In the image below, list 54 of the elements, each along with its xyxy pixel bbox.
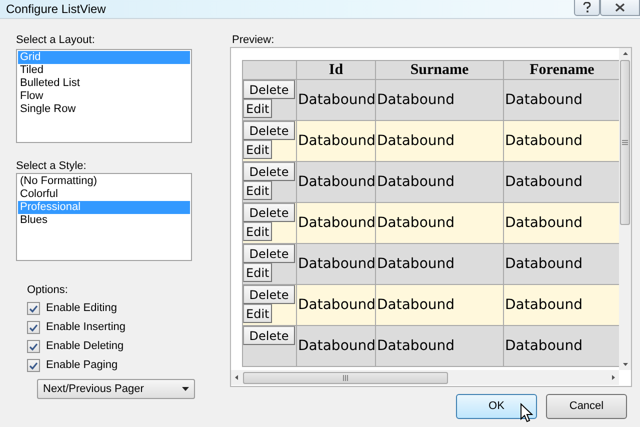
list-item[interactable]: Bulleted List <box>18 77 190 90</box>
table-cell: Databound <box>376 326 504 366</box>
dropdown-arrow-icon <box>182 387 189 391</box>
row-button[interactable]: Delete <box>243 203 295 222</box>
window-title: Configure ListView <box>6 1 106 18</box>
checkbox[interactable] <box>27 321 40 334</box>
checkbox[interactable] <box>27 302 40 315</box>
dialog-button[interactable]: Cancel <box>546 394 627 419</box>
row-button[interactable]: Delete <box>243 80 295 99</box>
row-button[interactable]: Delete <box>243 285 295 304</box>
row-button[interactable]: Edit <box>243 181 272 200</box>
help-icon <box>583 2 591 12</box>
grip-icon <box>622 140 628 145</box>
horizontal-scrollbar[interactable] <box>231 370 619 385</box>
scrollbar-thumb[interactable] <box>243 372 448 384</box>
checkbox[interactable] <box>27 340 40 353</box>
row-button[interactable]: Delete <box>243 162 295 181</box>
pager-dropdown[interactable]: Next/Previous Pager <box>37 379 195 399</box>
row-button[interactable]: Edit <box>243 140 272 159</box>
mouse-cursor-icon <box>520 403 533 423</box>
row-button[interactable]: Edit <box>243 99 272 118</box>
options-label: Options: <box>26 283 69 298</box>
list-item[interactable]: Blues <box>18 214 190 227</box>
list-item[interactable]: Colorful <box>18 188 190 201</box>
checkbox-label: Enable Editing <box>46 301 117 316</box>
list-item[interactable]: Flow <box>18 90 190 103</box>
table-cell: Databound <box>296 326 376 366</box>
row-button[interactable]: Delete <box>243 244 295 263</box>
vertical-scrollbar[interactable] <box>619 48 631 370</box>
checkbox[interactable] <box>27 359 40 372</box>
style-label: Select a Style: <box>16 159 88 173</box>
checkbox-label: Enable Deleting <box>46 339 124 354</box>
dialog-button[interactable]: OK <box>456 394 537 419</box>
scrollbar-thumb[interactable] <box>620 60 630 225</box>
column-header: Id <box>296 60 376 80</box>
close-icon <box>615 2 625 12</box>
row-button[interactable]: Delete <box>243 326 295 345</box>
grip-icon <box>343 374 348 380</box>
column-header: Surname <box>376 60 504 80</box>
row-button[interactable]: Delete <box>243 121 295 140</box>
list-item[interactable]: Single Row <box>18 103 190 116</box>
layout-listbox[interactable]: Grid Tiled Bulleted List Flow Single Row <box>16 49 192 143</box>
list-item[interactable]: (No Formatting) <box>18 175 190 188</box>
checkbox-label: Enable Inserting <box>46 320 126 336</box>
row-button[interactable]: Edit <box>243 222 272 241</box>
list-item[interactable]: Tiled <box>18 64 190 77</box>
style-listbox[interactable]: (No Formatting) Colorful Professional Blues <box>16 173 192 261</box>
row-button[interactable]: Edit <box>243 304 272 323</box>
layout-label: Select a Layout: <box>16 33 96 48</box>
help-button[interactable] <box>574 0 600 16</box>
preview-label: Preview: <box>231 33 276 47</box>
checkbox-label: Enable Paging <box>46 358 118 374</box>
close-button[interactable] <box>600 0 640 16</box>
row-button[interactable]: Edit <box>243 263 272 282</box>
